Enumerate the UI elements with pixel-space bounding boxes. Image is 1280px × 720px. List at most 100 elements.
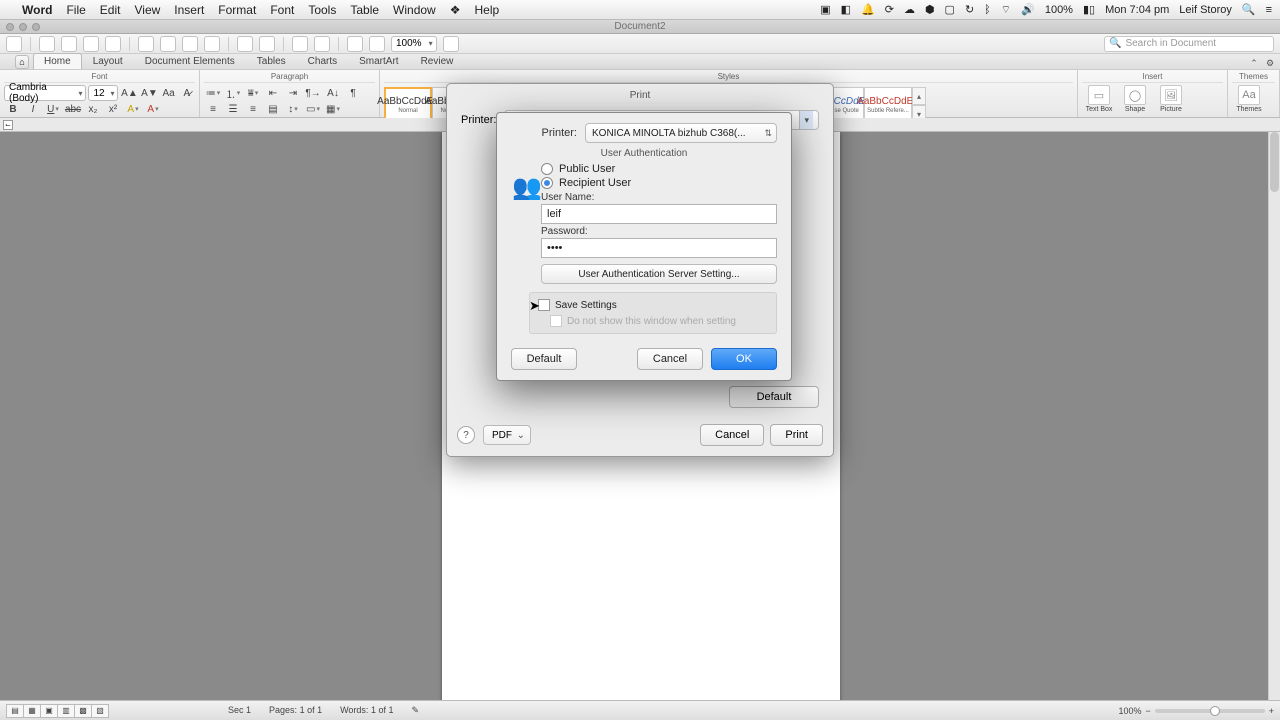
app-menu[interactable]: Word xyxy=(22,3,52,17)
spell-check-icon[interactable]: ✎ xyxy=(411,705,419,716)
paste-icon[interactable] xyxy=(182,36,198,52)
tab-charts[interactable]: Charts xyxy=(297,53,348,69)
maximize-window-icon[interactable] xyxy=(32,23,40,31)
menu-tools[interactable]: Tools xyxy=(308,3,336,17)
user-name[interactable]: Leif Storoy xyxy=(1179,4,1232,16)
scrollbar-thumb[interactable] xyxy=(1270,132,1279,192)
highlight-button[interactable]: A▾ xyxy=(124,101,142,117)
print-default-button[interactable]: Default xyxy=(729,386,819,408)
view-draft-button[interactable]: ▤ xyxy=(6,704,24,718)
view-focus-button[interactable]: ▧ xyxy=(91,704,109,718)
redo-icon[interactable] xyxy=(259,36,275,52)
toolbox-icon[interactable] xyxy=(369,36,385,52)
ltr-button[interactable]: ¶→ xyxy=(304,85,322,101)
notification-center-icon[interactable]: ≡ xyxy=(1266,4,1272,16)
username-input[interactable]: leif xyxy=(541,204,777,224)
copy-icon[interactable] xyxy=(160,36,176,52)
justify-button[interactable]: ▤ xyxy=(264,101,282,117)
ribbon-options-icon[interactable]: ⚙ xyxy=(1264,57,1276,69)
font-color-button[interactable]: A▾ xyxy=(144,101,162,117)
auth-server-setting-button[interactable]: User Authentication Server Setting... xyxy=(541,264,777,284)
menu-file[interactable]: File xyxy=(66,3,85,17)
menu-font[interactable]: Font xyxy=(270,3,294,17)
status-zoom[interactable]: 100% xyxy=(1118,706,1141,716)
cloud-icon[interactable]: ☁ xyxy=(904,3,915,16)
auth-default-button[interactable]: Default xyxy=(511,348,577,370)
view-print-button[interactable]: ▥ xyxy=(57,704,75,718)
tab-document-elements[interactable]: Document Elements xyxy=(134,53,246,69)
show-paragraph-button[interactable]: ¶ xyxy=(344,85,362,101)
zoom-slider[interactable] xyxy=(1155,709,1265,713)
password-input[interactable]: •••• xyxy=(541,238,777,258)
menu-edit[interactable]: Edit xyxy=(100,3,121,17)
battery-icon[interactable]: ▮▯ xyxy=(1083,3,1095,16)
template-icon[interactable] xyxy=(61,36,77,52)
clock[interactable]: Mon 7:04 pm xyxy=(1105,4,1169,16)
bullets-button[interactable]: ≔▾ xyxy=(204,85,222,101)
search-input[interactable]: 🔍Search in Document xyxy=(1104,36,1274,52)
styles-scroll-up-icon[interactable]: ▴ xyxy=(912,87,926,105)
format-painter-icon[interactable] xyxy=(204,36,220,52)
battery-percent[interactable]: 100% xyxy=(1045,4,1073,16)
insert-shape[interactable]: ◯Shape xyxy=(1118,85,1152,113)
auth-ok-button[interactable]: OK xyxy=(711,348,777,370)
zoom-dropdown[interactable]: 100% xyxy=(391,36,437,52)
superscript-button[interactable]: x² xyxy=(104,101,122,117)
zoom-out-button[interactable]: − xyxy=(1145,706,1150,716)
tab-home[interactable]: Home xyxy=(33,53,82,69)
show-marks-icon[interactable] xyxy=(292,36,308,52)
shrink-font-icon[interactable]: A▼ xyxy=(140,85,158,101)
public-user-radio[interactable]: Public User xyxy=(541,162,791,176)
save-settings-checkbox[interactable]: Save Settings xyxy=(538,299,768,311)
notification-icon[interactable]: ❖ xyxy=(450,3,461,17)
increase-indent-button[interactable]: ⇥ xyxy=(284,85,302,101)
menu-view[interactable]: View xyxy=(134,3,160,17)
bluetooth-icon[interactable]: ᛒ xyxy=(984,4,991,16)
ribbon-home-icon[interactable]: ⌂ xyxy=(15,55,29,69)
ribbon-collapse-icon[interactable]: ⌃ xyxy=(1248,57,1260,69)
help-icon[interactable] xyxy=(443,36,459,52)
insert-textbox[interactable]: ▭Text Box xyxy=(1082,85,1116,113)
timemachine-icon[interactable]: ↻ xyxy=(965,3,974,16)
spotlight-icon[interactable]: 🔍 xyxy=(1242,3,1256,16)
print-confirm-button[interactable]: Print xyxy=(770,424,823,446)
menu-help[interactable]: Help xyxy=(474,3,499,17)
new-doc-icon[interactable] xyxy=(6,36,22,52)
view-outline-button[interactable]: ▦ xyxy=(23,704,41,718)
themes-button[interactable]: AaThemes xyxy=(1232,85,1266,113)
columns-icon[interactable] xyxy=(314,36,330,52)
pdf-dropdown[interactable]: PDF xyxy=(483,425,531,445)
change-case-icon[interactable]: Aa xyxy=(160,85,176,101)
vertical-scrollbar[interactable] xyxy=(1268,132,1280,700)
display-icon[interactable]: ▢ xyxy=(945,3,955,16)
print-icon[interactable] xyxy=(105,36,121,52)
open-icon[interactable] xyxy=(39,36,55,52)
print-cancel-button[interactable]: Cancel xyxy=(700,424,764,446)
tab-tables[interactable]: Tables xyxy=(246,53,297,69)
grow-font-icon[interactable]: A▲ xyxy=(120,85,138,101)
clear-format-icon[interactable]: A̷ xyxy=(179,85,195,101)
subscript-button[interactable]: x₂ xyxy=(84,101,102,117)
dropbox-icon[interactable]: ⬢ xyxy=(925,3,935,16)
line-spacing-button[interactable]: ↕▾ xyxy=(284,101,302,117)
status-icon[interactable]: ▣ xyxy=(820,3,830,16)
sidebar-icon[interactable] xyxy=(347,36,363,52)
status-icon[interactable]: ◧ xyxy=(841,3,851,16)
minimize-window-icon[interactable] xyxy=(19,23,27,31)
align-center-button[interactable]: ☰ xyxy=(224,101,242,117)
menu-window[interactable]: Window xyxy=(393,3,436,17)
view-notebook-button[interactable]: ▩ xyxy=(74,704,92,718)
recipient-user-radio[interactable]: Recipient User xyxy=(541,176,791,190)
save-icon[interactable] xyxy=(83,36,99,52)
tab-stop-icon[interactable]: ⌙ xyxy=(3,120,13,130)
undo-icon[interactable] xyxy=(237,36,253,52)
insert-picture[interactable]: 🖼Picture xyxy=(1154,85,1188,113)
decrease-indent-button[interactable]: ⇤ xyxy=(264,85,282,101)
sort-button[interactable]: A↓ xyxy=(324,85,342,101)
align-left-button[interactable]: ≡ xyxy=(204,101,222,117)
multilevel-button[interactable]: ⩸▾ xyxy=(244,85,262,101)
cut-icon[interactable] xyxy=(138,36,154,52)
tab-smartart[interactable]: SmartArt xyxy=(348,53,409,69)
font-name-dropdown[interactable]: Cambria (Body) xyxy=(4,85,86,101)
volume-icon[interactable]: 🔊 xyxy=(1021,3,1035,16)
